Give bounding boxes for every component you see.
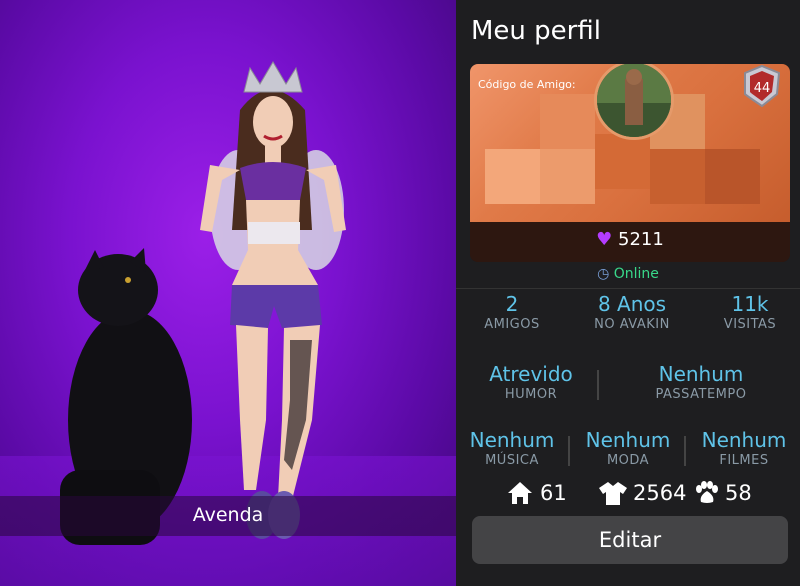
- divider: [456, 288, 800, 289]
- stat-years: 8 Anos NO AVAKIN: [566, 292, 698, 332]
- banner-tile: [705, 149, 760, 204]
- stat-label: NO AVAKIN: [594, 317, 670, 332]
- paw-icon: [696, 481, 718, 503]
- stat-label: HUMOR: [504, 387, 558, 402]
- pets-value: 58: [725, 481, 752, 505]
- clock-icon: ◷: [597, 266, 610, 282]
- stat-value: 11k: [731, 292, 769, 316]
- stat-value: Atrevido: [489, 362, 573, 386]
- level-number: 44: [754, 81, 771, 96]
- stat-hobby: Nenhum PASSATEMPO: [616, 362, 786, 402]
- likes-value: 5211: [618, 229, 664, 250]
- pets-count[interactable]: 58: [692, 480, 752, 506]
- divider: [568, 436, 570, 466]
- outfits-count[interactable]: 2564: [598, 480, 686, 506]
- homes-count[interactable]: 61: [506, 480, 567, 506]
- stat-value: Nenhum: [469, 428, 555, 452]
- house-icon: [508, 482, 532, 504]
- shield-icon: 44: [744, 64, 781, 108]
- heart-icon: ♥: [596, 229, 613, 250]
- banner-tile: [485, 149, 540, 204]
- stat-value: Nenhum: [658, 362, 744, 386]
- stat-value: Nenhum: [701, 428, 787, 452]
- level-badge: 44: [742, 64, 782, 108]
- stat-label: MODA: [606, 453, 650, 468]
- page-title: Meu perfil: [471, 16, 601, 46]
- avatar-stage[interactable]: Avenda: [0, 0, 456, 586]
- banner-tile: [540, 149, 595, 204]
- stat-label: VISITAS: [723, 317, 777, 332]
- stat-value: 8 Anos: [597, 292, 667, 316]
- status-text: Online: [613, 266, 659, 282]
- stat-friends[interactable]: 2 AMIGOS: [466, 292, 558, 332]
- stat-music: Nenhum MÚSICA: [460, 428, 564, 468]
- photo-image: [597, 64, 671, 137]
- stat-value: 2: [505, 292, 519, 316]
- likes-count: ♥ 5211: [470, 229, 790, 250]
- banner-tile: [595, 134, 650, 189]
- stat-fashion: Nenhum MODA: [576, 428, 680, 468]
- stat-mood: Atrevido HUMOR: [466, 362, 596, 402]
- divider: [684, 436, 686, 466]
- outfits-value: 2564: [633, 481, 687, 505]
- stat-movies: Nenhum FILMES: [692, 428, 796, 468]
- banner-tile: [650, 149, 705, 204]
- shirt-icon: [599, 482, 627, 505]
- avatar-name: Avenda: [192, 504, 264, 526]
- friend-code-label: Código de Amigo:: [478, 78, 576, 91]
- homes-value: 61: [540, 481, 567, 505]
- edit-button[interactable]: Editar: [472, 516, 788, 564]
- online-status: ◷ Online: [456, 266, 800, 282]
- stat-visits: 11k VISITAS: [706, 292, 794, 332]
- stat-label: MÚSICA: [485, 453, 539, 468]
- divider: [597, 370, 599, 400]
- banner-tile: [540, 94, 595, 149]
- stat-label: PASSATEMPO: [655, 387, 747, 402]
- crown: [243, 61, 303, 93]
- profile-card[interactable]: Código de Amigo: 44 ♥ 5211: [470, 64, 790, 262]
- stat-value: Nenhum: [585, 428, 671, 452]
- stat-label: AMIGOS: [484, 317, 540, 332]
- stat-label: FILMES: [719, 453, 769, 468]
- profile-panel: Meu perfil Código de Amigo: 44 ♥ 5211 ◷ …: [456, 0, 800, 586]
